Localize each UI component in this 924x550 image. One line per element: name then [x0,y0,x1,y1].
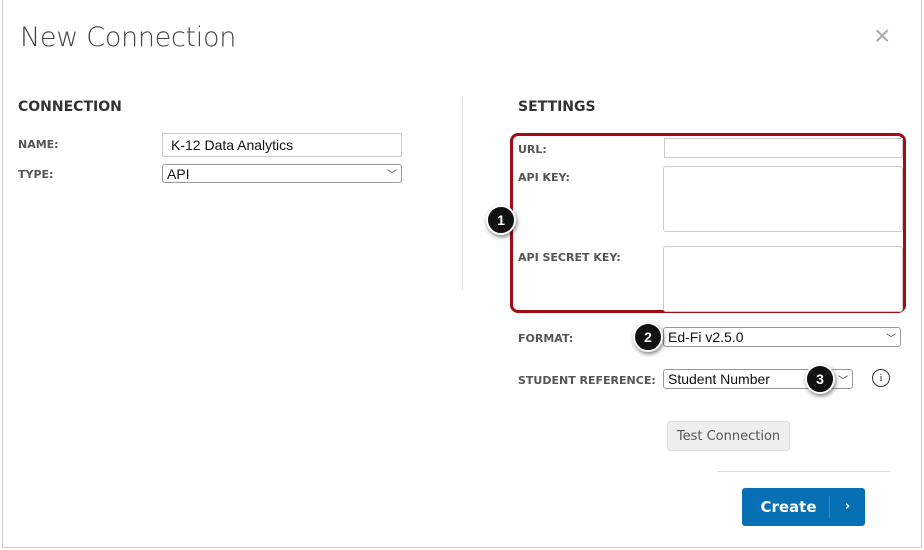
footer-divider [717,471,890,472]
name-label: NAME: [18,138,59,151]
format-value: Ed-Fi v2.5.0 [668,329,744,345]
url-input[interactable] [664,138,903,158]
type-select[interactable]: API ﹀ [162,164,402,183]
test-connection-button[interactable]: Test Connection [667,421,790,451]
type-label: TYPE: [18,168,54,181]
api-secret-key-label: API SECRET KEY: [518,251,621,264]
url-label: URL: [518,143,547,156]
chevron-down-icon: ﹀ [387,170,397,181]
close-icon[interactable]: × [874,22,890,50]
info-icon[interactable]: i [872,369,890,387]
callout-badge-1: 1 [486,205,516,235]
name-input[interactable]: K-12 Data Analytics [162,133,402,157]
format-label: FORMAT: [518,332,574,345]
student-reference-label: STUDENT REFERENCE: [518,374,656,387]
api-key-label: API KEY: [518,171,570,184]
create-label: Create [760,498,817,516]
api-key-textarea[interactable] [663,166,903,232]
api-secret-key-textarea[interactable] [663,246,903,312]
chevron-down-icon: ﹀ [886,333,896,345]
student-reference-value: Student Number [668,371,770,387]
callout-badge-2: 2 [633,322,663,352]
type-value: API [167,165,190,182]
format-select[interactable]: Ed-Fi v2.5.0 ﹀ [663,327,901,347]
create-button[interactable]: Create › [742,488,865,526]
chevron-right-icon: › [829,496,865,518]
settings-heading: SETTINGS [518,99,596,115]
chevron-down-icon: ﹀ [838,375,848,387]
dialog-title: New Connection [20,22,237,53]
column-divider [462,97,463,290]
callout-badge-3: 3 [805,364,835,394]
connection-heading: CONNECTION [18,99,122,115]
